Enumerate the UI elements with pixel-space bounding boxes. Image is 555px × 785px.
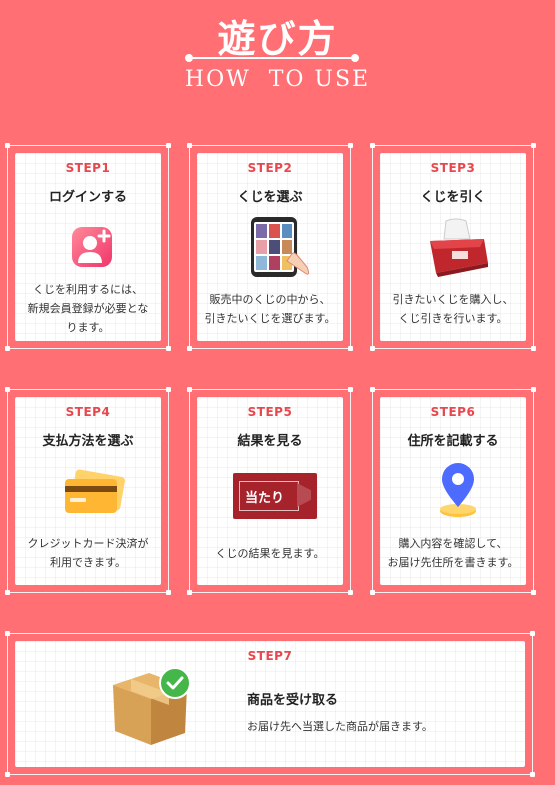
step-card-1: STEP1 ログインする くじを利用するには、 新規会員登録が必要とな ります。	[5, 143, 171, 351]
phone-select-icon	[247, 215, 317, 283]
step-title: 支払方法を選ぶ	[42, 434, 134, 449]
lottery-box-icon	[426, 217, 492, 281]
step-title: 結果を見る	[237, 434, 303, 449]
step-card-3: STEP3 くじを引く 引きたいくじを購入し、 くじ引きを行います。	[370, 143, 536, 351]
step-label: STEP1	[57, 161, 119, 177]
ticket-text: 当たり	[245, 491, 285, 506]
step-desc-line: くじを利用するには、	[33, 283, 143, 296]
step-card-4: STEP4 支払方法を選ぶ クレジットカード決済が 利用できます。	[5, 387, 171, 595]
step-card-2: STEP2 くじを選ぶ 販売中のくじの中から、 引きたいくじを選びます。	[187, 143, 353, 351]
step-card-7: STEP7 商品を受け取る お届け先へ当選した商品が届きます。	[5, 631, 535, 777]
step-card-5: STEP5 結果を見る 当たり くじの結果を見ます。	[187, 387, 353, 595]
step-label: STEP4	[57, 405, 119, 421]
step-desc-line: くじの結果を見ます。	[215, 547, 325, 560]
step-label: STEP7	[239, 649, 301, 665]
user-add-icon	[70, 223, 114, 275]
step-label: STEP6	[422, 405, 484, 421]
step-card-6: STEP6 住所を記載する 購入内容を確認して、 お届け先住所を書きます。	[370, 387, 536, 595]
step-desc-line: 販売中のくじの中から、	[209, 293, 331, 306]
winning-ticket-icon: 当たり	[233, 473, 317, 519]
step-desc-line: ります。	[66, 321, 110, 334]
step-desc-line: 引きたいくじを選びます。	[204, 312, 336, 325]
page-subtitle: HOW TO USE	[184, 67, 371, 92]
package-delivered-icon	[107, 665, 197, 755]
title-divider	[185, 54, 359, 62]
step-desc-line: 購入内容を確認して、	[398, 537, 508, 550]
step-label: STEP3	[422, 161, 484, 177]
step-title: 商品を受け取る	[247, 693, 339, 708]
step-title: 住所を記載する	[407, 434, 499, 449]
step-desc-line: クレジットカード決済が	[27, 537, 149, 550]
step-desc-line: お届け先へ当選した商品が届きます。	[247, 720, 433, 733]
step-desc-line: 新規会員登録が必要とな	[27, 302, 149, 315]
step-desc-line: お届け先住所を書きます。	[387, 556, 519, 569]
step-desc-line: くじ引きを行います。	[398, 312, 508, 325]
location-pin-icon	[436, 461, 480, 525]
step-title: くじを引く	[420, 190, 486, 205]
step-title: くじを選ぶ	[237, 190, 303, 205]
step-title: ログインする	[48, 190, 127, 205]
step-desc-line: 引きたいくじを購入し、	[392, 293, 514, 306]
step-desc-line: 利用できます。	[50, 556, 126, 569]
credit-card-icon	[61, 469, 127, 523]
step-label: STEP2	[239, 161, 301, 177]
page-title: 遊び方	[217, 17, 338, 61]
step-label: STEP5	[239, 405, 301, 421]
